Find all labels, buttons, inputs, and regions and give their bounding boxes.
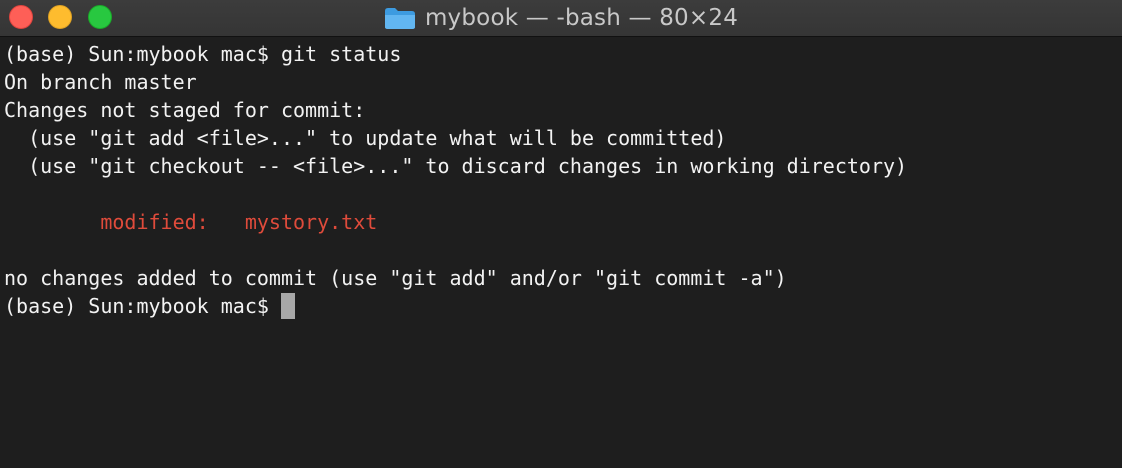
output-line-branch: On branch master xyxy=(4,70,197,94)
text-cursor xyxy=(280,293,295,319)
output-line-modified-file: modified: mystory.txt xyxy=(4,210,378,234)
terminal-output[interactable]: (base) Sun:mybook mac$ git status On bra… xyxy=(4,40,1118,320)
window-title: mybook — -bash — 80×24 xyxy=(424,5,739,31)
output-line-command: (base) Sun:mybook mac$ git status xyxy=(4,42,402,66)
window-title-group: mybook — -bash — 80×24 xyxy=(0,0,1122,36)
output-line-summary: no changes added to commit (use "git add… xyxy=(4,266,787,290)
title-bar[interactable]: mybook — -bash — 80×24 xyxy=(0,0,1122,37)
output-line-hint-checkout: (use "git checkout -- <file>..." to disc… xyxy=(4,154,908,178)
output-line-hint-add: (use "git add <file>..." to update what … xyxy=(4,126,727,150)
shell-prompt: (base) Sun:mybook mac$ xyxy=(4,294,281,318)
prompt-line[interactable]: (base) Sun:mybook mac$ xyxy=(4,292,1118,320)
terminal-window: mybook — -bash — 80×24 (base) Sun:mybook… xyxy=(0,0,1122,468)
folder-icon xyxy=(384,7,416,30)
output-line-blank xyxy=(4,236,1118,264)
output-line-blank xyxy=(4,180,1118,208)
output-line-changes-header: Changes not staged for commit: xyxy=(4,98,366,122)
